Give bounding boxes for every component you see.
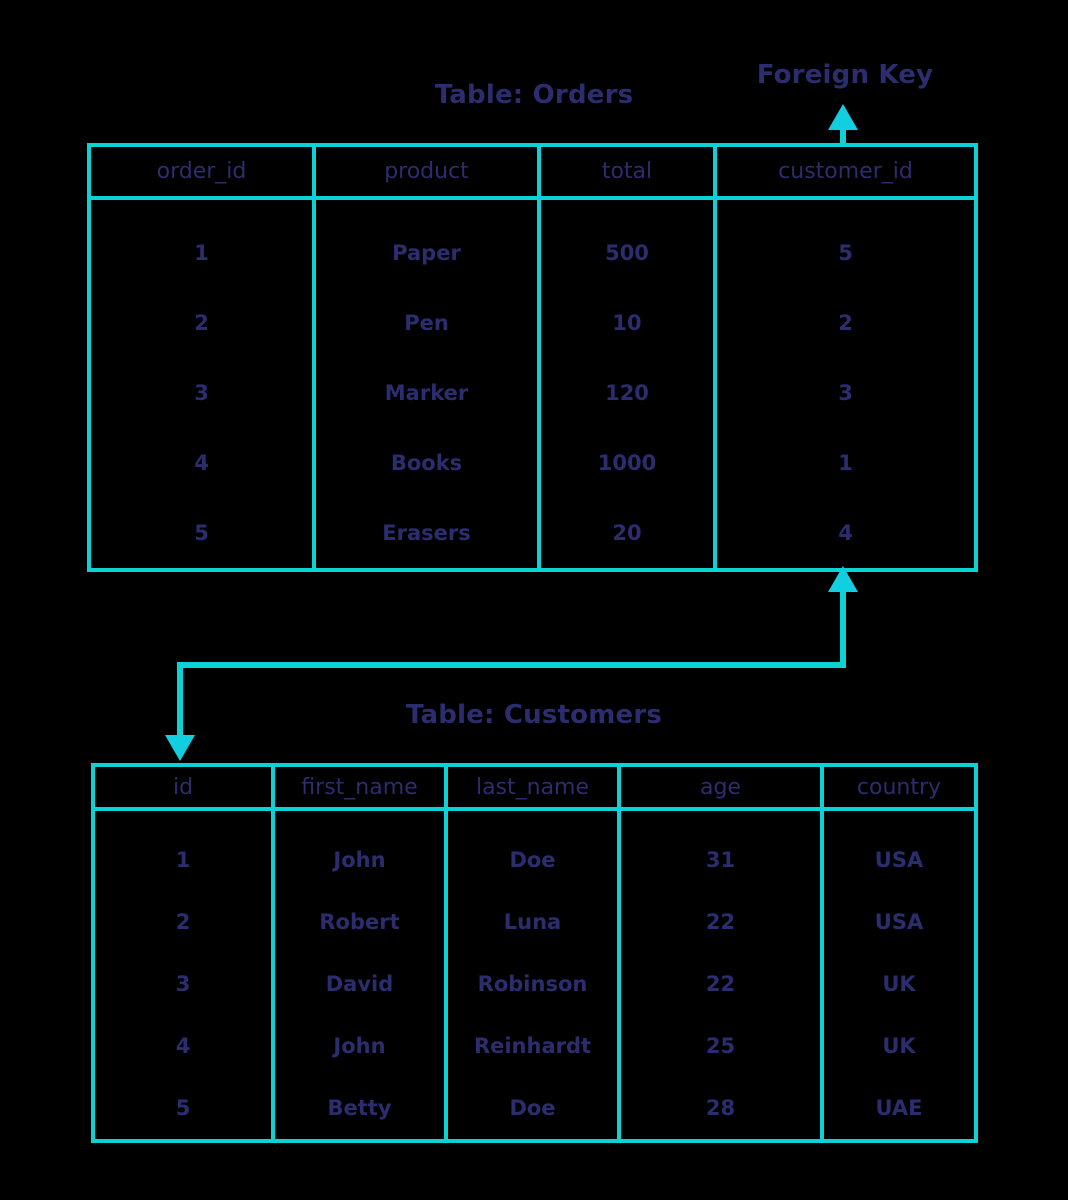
diagram-canvas: Table: Orders Table: Customers Foreign K… (0, 0, 1068, 1200)
table-cell: 120 (605, 381, 649, 405)
table-cell: 3 (175, 972, 191, 996)
table-cell: Books (390, 451, 463, 475)
table-cell: 5 (194, 521, 209, 545)
table-cell: USA (874, 910, 924, 934)
table-cell: David (325, 972, 394, 996)
table-cell: 4 (838, 521, 853, 545)
table-cell: Paper (392, 241, 461, 265)
customers-column-country: USA USA UK UK UAE (820, 811, 974, 1139)
table-cell: Luna (503, 910, 562, 934)
orders-column-header-order-id: order_id (156, 159, 247, 184)
customers-table: id first_name last_name age country 1 2 … (91, 763, 978, 1143)
table-cell: 1000 (597, 451, 657, 475)
table-cell: 4 (194, 451, 209, 475)
table-cell: 10 (612, 311, 642, 335)
customers-column-header-id: id (172, 774, 194, 800)
table-cell: 1 (194, 241, 209, 265)
table-cell: 3 (838, 381, 853, 405)
table-cell: 5 (175, 1096, 191, 1120)
customers-body: 1 2 3 4 5 John Robert David John Betty D… (95, 811, 974, 1139)
table-cell: Betty (327, 1096, 392, 1120)
table-cell: John (333, 1034, 386, 1058)
table-cell: 5 (838, 241, 853, 265)
table-cell: 4 (175, 1034, 191, 1058)
table-cell: 31 (705, 848, 736, 872)
table-cell: 22 (705, 972, 736, 996)
table-cell: Doe (509, 1096, 556, 1120)
table-cell: USA (874, 848, 924, 872)
customers-header-row: id first_name last_name age country (95, 767, 974, 811)
foreign-key-annotation-label: Foreign Key (756, 60, 934, 90)
table-cell: UAE (875, 1096, 923, 1120)
customers-table-caption: Table: Customers (405, 700, 663, 730)
table-cell: 3 (194, 381, 209, 405)
table-cell: 2 (838, 311, 853, 335)
table-cell: 500 (605, 241, 649, 265)
orders-column-header-total: total (537, 147, 713, 196)
table-cell: UK (882, 1034, 916, 1058)
customers-column-first-name: John Robert David John Betty (271, 811, 444, 1139)
table-cell: 1 (838, 451, 853, 475)
table-cell: Marker (384, 381, 469, 405)
orders-column-product: Paper Pen Marker Books Erasers (312, 200, 537, 568)
table-cell: UK (882, 972, 916, 996)
table-cell: 22 (705, 910, 736, 934)
table-cell: 2 (175, 910, 191, 934)
customers-column-id: 1 2 3 4 5 (95, 811, 271, 1139)
orders-column-header-product: product (312, 147, 537, 196)
customers-column-header-first-name: first_name (271, 767, 444, 807)
table-cell: Pen (404, 311, 449, 335)
table-cell: 1 (175, 848, 191, 872)
table-cell: 20 (612, 521, 642, 545)
table-cell: Reinhardt (473, 1034, 592, 1058)
table-cell: John (333, 848, 386, 872)
table-cell: 25 (705, 1034, 736, 1058)
orders-column-header-customer-id: customer_id (713, 147, 974, 196)
customers-column-age: 31 22 22 25 28 (617, 811, 820, 1139)
table-cell: 28 (705, 1096, 736, 1120)
orders-body: 1 2 3 4 5 Paper Pen Marker Books Erasers… (91, 200, 974, 568)
customers-column-last-name: Doe Luna Robinson Reinhardt Doe (444, 811, 617, 1139)
orders-column-total: 500 10 120 1000 20 (537, 200, 713, 568)
table-cell: Robert (319, 910, 400, 934)
table-cell: Erasers (382, 521, 471, 545)
orders-table: order_id product total customer_id 1 2 3… (87, 143, 978, 572)
foreign-key-relationship-connector-icon (165, 566, 858, 761)
customers-column-header-country: country (820, 767, 974, 807)
table-cell: Doe (509, 848, 556, 872)
orders-header-row: order_id product total customer_id (91, 147, 974, 200)
orders-column-order-id: 1 2 3 4 5 (91, 200, 312, 568)
table-cell: Robinson (477, 972, 588, 996)
customers-column-header-age: age (617, 767, 820, 807)
orders-column-customer-id: 5 2 3 1 4 (713, 200, 974, 568)
table-cell: 2 (194, 311, 209, 335)
customers-column-header-last-name: last_name (444, 767, 617, 807)
